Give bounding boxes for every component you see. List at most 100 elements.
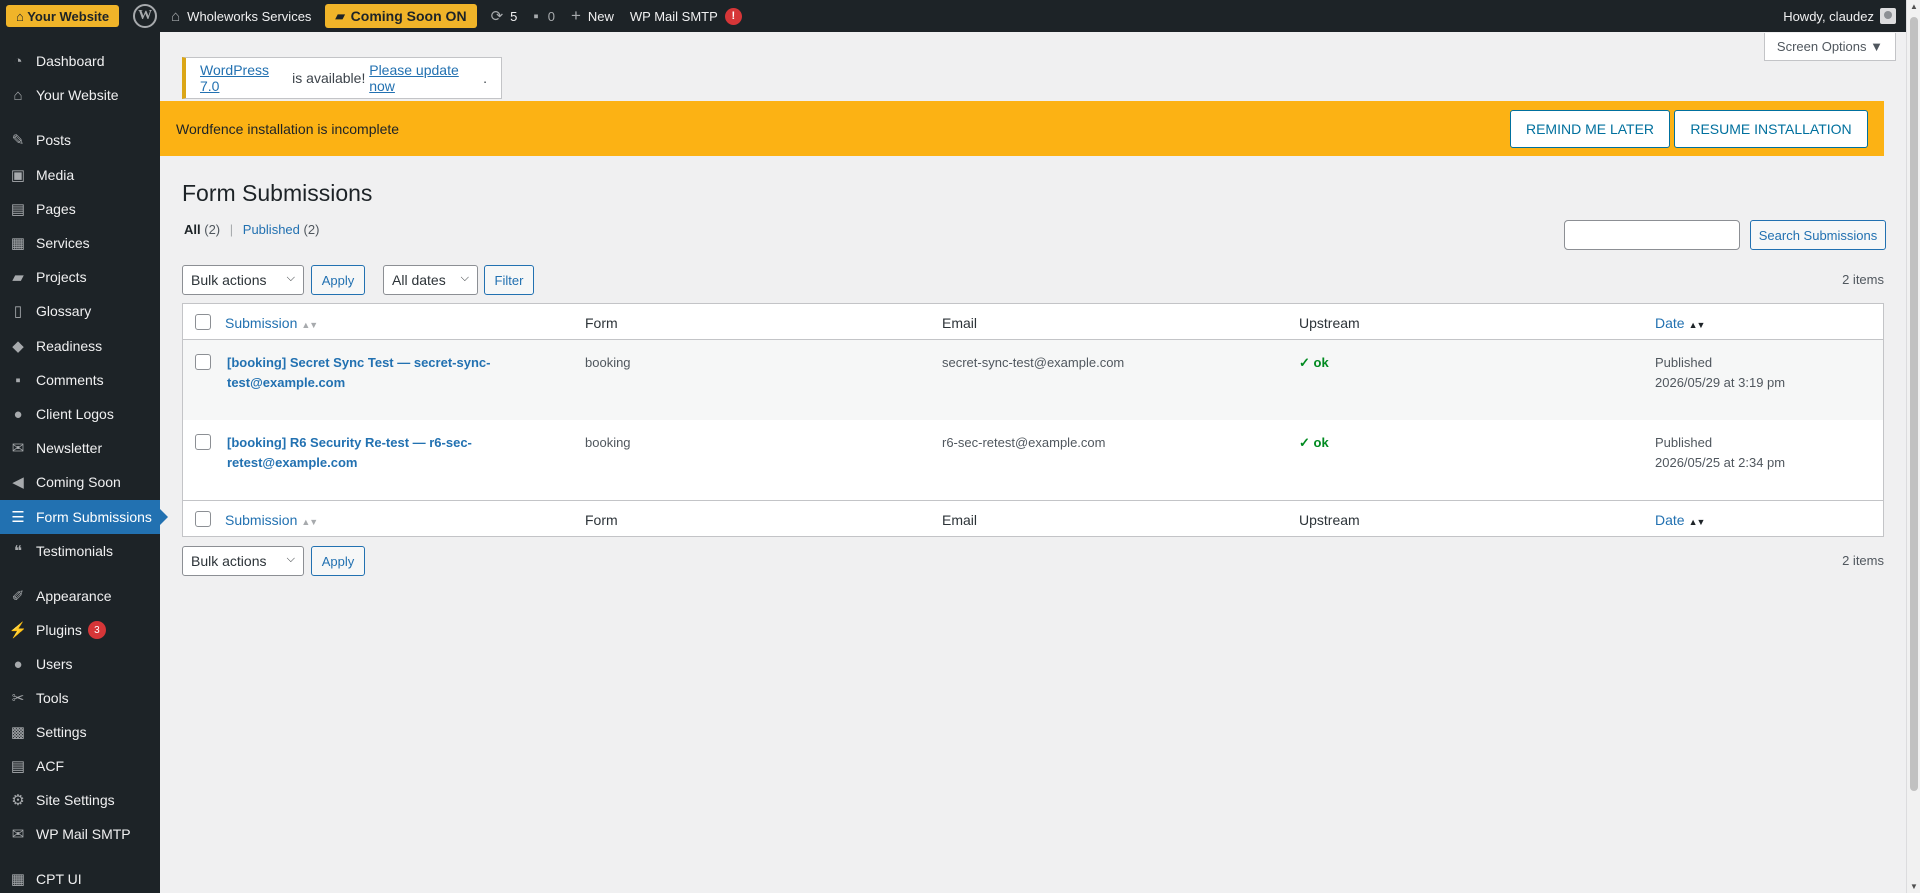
- sidebar-item-posts[interactable]: ✎ Posts: [0, 123, 160, 157]
- wordpress-logo-icon[interactable]: W: [133, 4, 158, 28]
- bulk-actions-value: Bulk actions: [191, 553, 267, 569]
- apply-button-bottom[interactable]: Apply: [311, 546, 365, 576]
- brush-icon: ✐: [11, 588, 25, 605]
- bulk-actions-select-top[interactable]: Bulk actions ⌵: [182, 265, 304, 295]
- sidebar-item-coming-soon[interactable]: ◀ Coming Soon: [0, 465, 160, 499]
- home-icon: ⌂: [171, 7, 181, 25]
- sidebar-item-newsletter[interactable]: ✉ Newsletter: [0, 431, 160, 465]
- bulk-actions-select-bottom[interactable]: Bulk actions ⌵: [182, 546, 304, 576]
- your-website-button[interactable]: ⌂ Your Website: [6, 5, 120, 27]
- sidebar-item-site-settings[interactable]: ⚙ Site Settings: [0, 783, 160, 817]
- update-now-link[interactable]: Please update now: [369, 62, 483, 94]
- sidebar-item-label: Site Settings: [36, 792, 115, 808]
- sidebar-item-form-submissions[interactable]: ☰ Form Submissions: [0, 500, 168, 534]
- scroll-down-arrow-icon[interactable]: ▼: [1909, 882, 1919, 891]
- column-date-footer[interactable]: Date ▲▼: [1655, 512, 1706, 528]
- email-cell: r6-sec-retest@example.com: [942, 435, 1106, 450]
- items-count-bottom: 2 items: [1842, 553, 1884, 568]
- sidebar-item-wp-mail-smtp[interactable]: ✉ WP Mail SMTP: [0, 817, 160, 851]
- sidebar-item-tools[interactable]: ✂ Tools: [0, 681, 160, 715]
- screen-options-button[interactable]: Screen Options ▼: [1763, 33, 1896, 61]
- column-date-header[interactable]: Date ▲▼: [1655, 315, 1705, 331]
- sidebar-item-media[interactable]: ▣ Media: [0, 158, 160, 192]
- submission-title-link[interactable]: [booking] R6 Security Re-test — r6-sec-r…: [227, 433, 527, 473]
- page-scrollbar[interactable]: ▲ ▼: [1906, 0, 1920, 893]
- date-filter-select[interactable]: All dates ⌵: [383, 265, 478, 295]
- filter-published-link[interactable]: Published: [243, 222, 300, 237]
- sidebar-item-settings[interactable]: ▩ Settings: [0, 715, 160, 749]
- quote-icon: ❝: [13, 543, 23, 560]
- plugins-update-badge: 3: [87, 621, 106, 639]
- sidebar-item-glossary[interactable]: ▯ Glossary: [0, 294, 160, 328]
- site-name-link[interactable]: ⌂ Wholeworks Services: [163, 0, 319, 32]
- sidebar-item-cpt-ui[interactable]: ▦ CPT UI: [0, 862, 160, 893]
- grid-icon: ▦: [10, 235, 26, 252]
- row-checkbox[interactable]: [195, 354, 211, 370]
- search-input[interactable]: [1564, 220, 1740, 250]
- gear-icon: ⚙: [11, 792, 25, 809]
- column-submission-footer[interactable]: Submission ▲▼: [225, 512, 318, 528]
- smtp-icon: ✉: [11, 826, 25, 843]
- sidebar-item-appearance[interactable]: ✐ Appearance: [0, 579, 160, 613]
- update-notice-text: is available!: [288, 70, 370, 86]
- filter-button[interactable]: Filter: [484, 265, 534, 295]
- sidebar-item-pages[interactable]: ▤ Pages: [0, 192, 160, 226]
- sidebar-item-testimonials[interactable]: ❝ Testimonials: [0, 534, 160, 568]
- post-status: Published: [1655, 435, 1713, 450]
- sidebar-item-dashboard[interactable]: ◔ Dashboard: [0, 44, 160, 78]
- pages-icon: ▤: [10, 201, 26, 218]
- sidebar-item-your-website[interactable]: ⌂ Your Website: [0, 78, 160, 112]
- table-footer-row: Submission ▲▼ Form Email Upstream Date ▲▼: [183, 500, 1883, 536]
- sidebar-item-label: Coming Soon: [36, 474, 121, 490]
- post-status: Published: [1655, 355, 1713, 370]
- row-checkbox[interactable]: [195, 434, 211, 450]
- wp-mail-smtp-link[interactable]: WP Mail SMTP !: [622, 0, 750, 32]
- search-submissions-button[interactable]: Search Submissions: [1750, 220, 1886, 250]
- column-form-header: Form: [585, 315, 618, 331]
- filter-all-link[interactable]: All: [184, 222, 201, 237]
- coming-soon-toggle[interactable]: ▰ Coming Soon ON: [325, 4, 477, 28]
- apply-button-top[interactable]: Apply: [311, 265, 365, 295]
- new-content-link[interactable]: + New: [563, 0, 622, 32]
- sidebar-item-acf[interactable]: ▤ ACF: [0, 749, 160, 783]
- column-upstream-footer: Upstream: [1299, 512, 1360, 528]
- scrollbar-thumb[interactable]: [1910, 17, 1918, 791]
- sidebar-item-label: Readiness: [36, 338, 103, 354]
- comments-link[interactable]: ▪ 0: [525, 0, 563, 32]
- filter-published-count: (2): [303, 222, 320, 237]
- select-all-checkbox[interactable]: [195, 314, 211, 330]
- main-content: Screen Options ▼ WordPress 7.0 is availa…: [160, 32, 1906, 893]
- settings-icon: ▩: [10, 724, 26, 741]
- sidebar-item-label: Services: [36, 235, 90, 251]
- admin-bar: ⌂ Your Website W ⌂ Wholeworks Services ▰…: [0, 0, 1906, 32]
- remind-me-later-button[interactable]: REMIND ME LATER: [1510, 110, 1670, 148]
- comment-icon: ▪: [15, 371, 21, 389]
- sidebar-item-label: Client Logos: [36, 406, 114, 422]
- sidebar-item-client-logos[interactable]: ● Client Logos: [0, 397, 160, 431]
- select-all-checkbox-bottom[interactable]: [195, 511, 211, 527]
- sidebar-item-label: ACF: [36, 758, 64, 774]
- scroll-up-arrow-icon[interactable]: ▲: [1909, 2, 1919, 11]
- wordfence-banner: Wordfence installation is incomplete REM…: [160, 101, 1884, 156]
- smtp-label: WP Mail SMTP: [629, 8, 718, 24]
- sidebar-item-projects[interactable]: ▰ Projects: [0, 260, 160, 294]
- date-cell: Published 2026/05/29 at 3:19 pm: [1655, 353, 1785, 393]
- submissions-table: Submission ▲▼ Form Email Upstream Date ▲▼ …: [182, 303, 1884, 537]
- sidebar-item-label: Comments: [36, 372, 104, 388]
- sidebar-item-users[interactable]: ● Users: [0, 647, 160, 681]
- sidebar-item-label: Media: [36, 167, 75, 183]
- sidebar-item-comments[interactable]: ▪ Comments: [0, 363, 160, 397]
- date-cell: Published 2026/05/25 at 2:34 pm: [1655, 433, 1785, 473]
- column-submission-header[interactable]: Submission ▲▼: [225, 315, 318, 331]
- sort-desc-icon: ▲▼: [1688, 517, 1706, 527]
- submission-title-link[interactable]: [booking] Secret Sync Test — secret-sync…: [227, 353, 527, 393]
- table-header-row: Submission ▲▼ Form Email Upstream Date ▲▼: [183, 304, 1883, 340]
- wordpress-version-link[interactable]: WordPress 7.0: [200, 62, 288, 94]
- sidebar-item-plugins[interactable]: ⚡ Plugins 3: [0, 613, 160, 647]
- sidebar-item-services[interactable]: ▦ Services: [0, 226, 160, 260]
- my-account[interactable]: Howdy, claudez: [1783, 8, 1906, 24]
- sidebar-item-readiness[interactable]: ◆ Readiness: [0, 329, 160, 363]
- resume-installation-button[interactable]: RESUME INSTALLATION: [1674, 110, 1868, 148]
- new-label: New: [587, 8, 614, 24]
- updates-link[interactable]: ⟳ 5: [483, 0, 526, 32]
